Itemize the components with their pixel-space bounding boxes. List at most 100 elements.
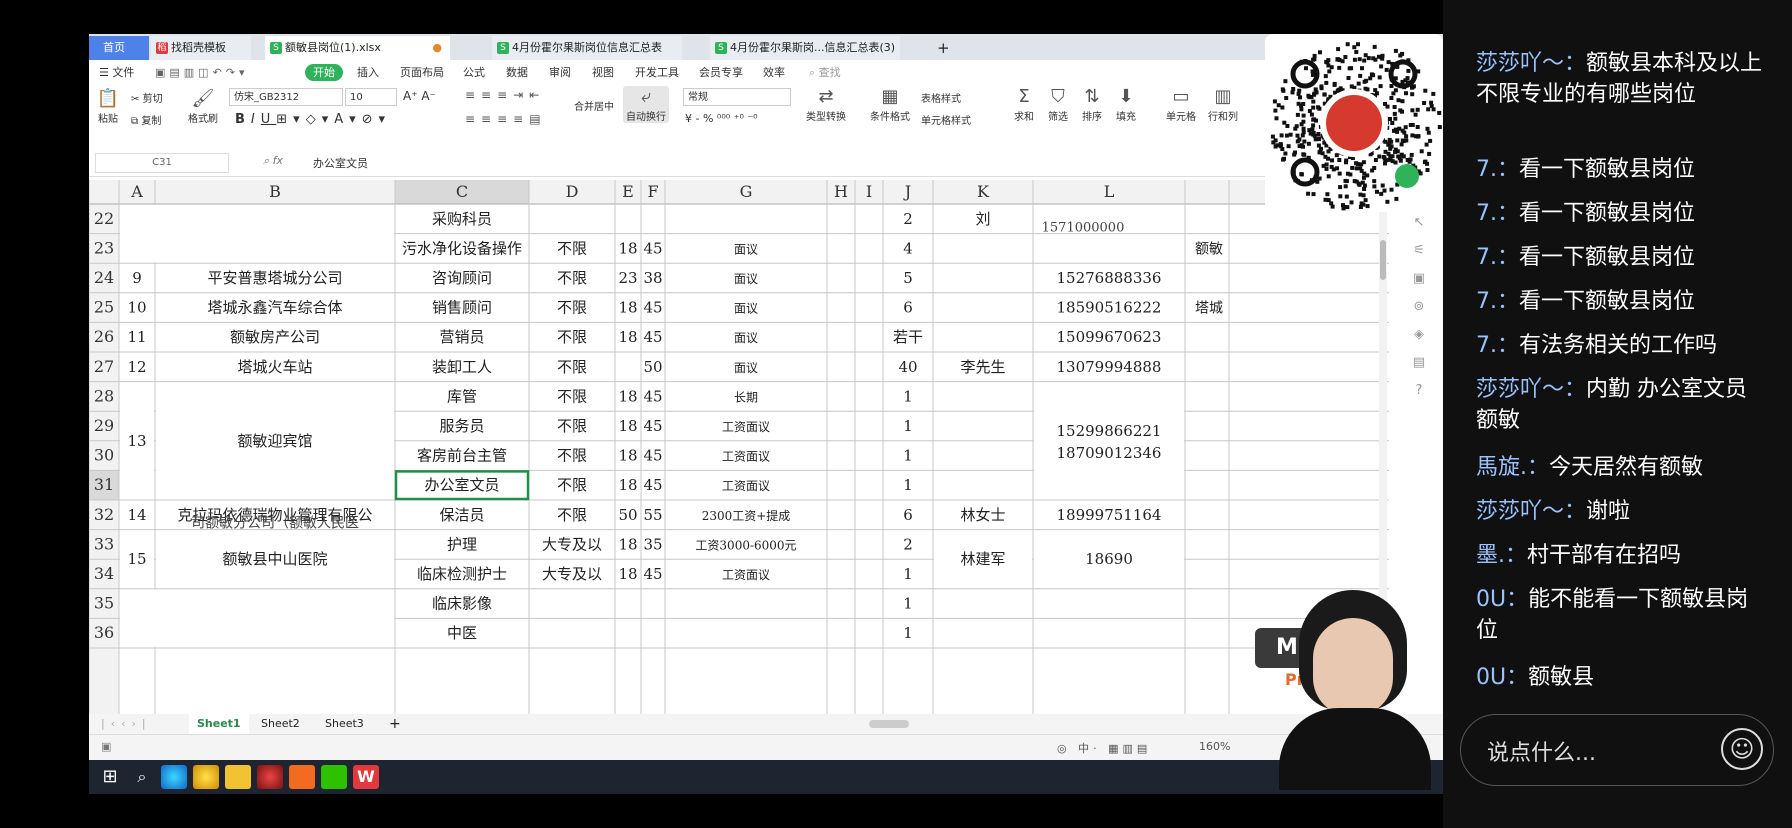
qr-dot	[1281, 157, 1286, 162]
tab-workbook-3[interactable]: S 4月份霍尔果斯岗...信息汇总表(3)	[710, 36, 900, 60]
tab-daoke-templates[interactable]: 稻 找稻壳模板	[151, 36, 251, 60]
qr-dot	[1427, 151, 1432, 156]
cell-e24: 23	[618, 269, 637, 287]
cell-f33: 35	[643, 535, 662, 553]
font-family-select[interactable]: 仿宋_GB2312	[229, 88, 343, 106]
menu-member[interactable]: 会员专享	[699, 65, 743, 81]
fill-button[interactable]: ⬇ 填充	[1111, 86, 1141, 123]
qr-dot	[1389, 84, 1394, 88]
qr-dot	[1385, 104, 1390, 109]
cell-g32: 2300工资+提成	[702, 508, 791, 523]
macro-icon[interactable]: ▣	[101, 740, 111, 753]
cell-style-button[interactable]: 单元格样式	[921, 112, 971, 127]
menu-data[interactable]: 数据	[506, 65, 528, 81]
menu-file[interactable]: ☰ 文件	[99, 65, 134, 81]
menu-efficiency[interactable]: 效率	[763, 65, 785, 81]
row-column-button[interactable]: ▥ 行和列	[1203, 86, 1243, 123]
search-icon[interactable]: ⌕	[129, 765, 155, 789]
paste-button[interactable]: 📋 粘贴	[95, 88, 121, 125]
spreadsheet-grid[interactable]: A B C D E F G H I J K L 22 采购科员 2 刘 23 污水净化设备操作 不限 18 45 面议 4 2…	[88, 180, 1389, 752]
qr-dot	[1283, 151, 1288, 156]
view-mode-buttons[interactable]: ◎ 中· ▦▥▤	[1057, 740, 1151, 756]
cell-e31: 18	[618, 476, 637, 494]
cell-icon: ▭	[1172, 86, 1190, 107]
menu-insert[interactable]: 插入	[357, 65, 379, 81]
tab-active-workbook[interactable]: S 额敏县岗位(1).xlsx ●	[265, 36, 450, 60]
chat-message: 莎莎吖～：额敏县本科及以上 不限专业的有哪些岗位	[1476, 48, 1766, 110]
sheet-tab-1[interactable]: Sheet1	[189, 714, 249, 736]
font-grow-shrink-buttons[interactable]: A⁺ A⁻	[403, 89, 436, 103]
cell-f30: 45	[643, 447, 662, 465]
number-format-select[interactable]: 常规	[683, 88, 791, 106]
qr-dot	[1396, 98, 1401, 103]
menu-page-layout[interactable]: 页面布局	[400, 65, 444, 81]
fx-icon[interactable]: ⌕ fx	[263, 154, 283, 168]
qr-finder	[1290, 157, 1320, 187]
filter-button[interactable]: ⛉ 筛选	[1043, 86, 1073, 123]
wechat-icon[interactable]	[321, 765, 347, 789]
sum-button[interactable]: Σ 求和	[1009, 86, 1039, 123]
sheet-nav-arrows[interactable]: |‹‹›|	[101, 717, 152, 730]
qr-dot	[1384, 67, 1389, 72]
qr-dot	[1345, 42, 1350, 47]
new-tab-button[interactable]: +	[931, 36, 955, 60]
copy-button[interactable]: ⧉ 复制	[131, 112, 161, 127]
qr-dot	[1299, 107, 1304, 112]
sheet-tab-2[interactable]: Sheet2	[261, 714, 300, 734]
menu-developer[interactable]: 开发工具	[635, 65, 679, 81]
document-tab-bar: 首页 稻 找稻壳模板 S 额敏县岗位(1).xlsx ● S 4月份霍尔果斯岗位…	[89, 34, 1443, 60]
windows-start-icon[interactable]: ⊞	[97, 765, 123, 789]
formula-input[interactable]: 办公室文员	[313, 155, 368, 171]
wrap-text-button[interactable]: ⤶ 自动换行	[623, 86, 669, 123]
emoji-icon[interactable]: ☺	[1721, 728, 1763, 770]
chat-text: 看一下额敏县岗位	[1519, 201, 1696, 226]
zoom-level[interactable]: 160%	[1199, 740, 1230, 753]
qr-dot	[1344, 160, 1348, 165]
file-explorer-icon[interactable]	[225, 765, 251, 789]
tab-home[interactable]: 首页	[89, 36, 149, 60]
quick-access-icons[interactable]: ▣▤▥◫↶↷▾	[155, 65, 249, 81]
font-style-buttons[interactable]: BIU⊞▾◇▾A▾⊘▾	[235, 112, 391, 127]
qr-dot	[1370, 168, 1375, 173]
sort-button[interactable]: ⇅ 排序	[1077, 86, 1107, 123]
add-sheet-button[interactable]: +	[389, 714, 401, 734]
side-tools[interactable]: ↖ ⚟ ▣ ⊚ ◈ ▤?	[1407, 209, 1431, 405]
person-shirt	[1279, 708, 1431, 790]
row-header-33: 33	[94, 534, 114, 553]
wps-icon[interactable]: W	[353, 765, 379, 789]
search-icon: ⌕	[809, 66, 816, 79]
font-size-select[interactable]: 10	[345, 88, 397, 106]
menu-formula[interactable]: 公式	[463, 65, 485, 81]
cell-j28: 1	[903, 387, 913, 405]
tab-workbook-2[interactable]: S 4月份霍尔果斯岗位信息汇总表	[492, 36, 682, 60]
cell-j24: 5	[903, 269, 913, 287]
format-painter-button[interactable]: 🖌 格式刷	[185, 88, 221, 125]
cell-button[interactable]: ▭ 单元格	[1163, 86, 1199, 123]
type-convert-button[interactable]: ⇄ 类型转换	[799, 86, 853, 123]
align-top-buttons[interactable]: ≡≡≡⇥⇤	[465, 88, 545, 102]
merge-center-button[interactable]: 合并居中	[571, 98, 617, 113]
app-icon[interactable]	[193, 765, 219, 789]
name-box[interactable]: C31	[95, 153, 229, 173]
menu-view[interactable]: 视图	[592, 65, 614, 81]
search-box[interactable]: ⌕ 查找	[809, 65, 841, 81]
cut-button[interactable]: ✂ 剪切	[131, 90, 163, 105]
chat-input[interactable]: 说点什么... ☺	[1460, 714, 1774, 786]
sheet-tab-3[interactable]: Sheet3	[325, 714, 364, 734]
qr-dot	[1290, 90, 1295, 95]
align-buttons[interactable]: ≡≡≡≡▤	[465, 112, 547, 126]
table-style-button[interactable]: 表格样式	[921, 90, 961, 105]
edge-browser-icon[interactable]	[161, 765, 187, 789]
number-format-buttons[interactable]: ¥ - % ⁰⁰⁰ ⁺⁰ ⁻⁰	[685, 112, 758, 125]
qr-dot	[1343, 55, 1348, 59]
media-icon[interactable]	[257, 765, 283, 789]
conditional-format-button[interactable]: ▦ 条件格式	[865, 86, 915, 123]
menu-review[interactable]: 审阅	[549, 65, 571, 81]
qr-dot	[1428, 138, 1433, 143]
app-icon-2[interactable]	[289, 765, 315, 789]
horizontal-scrollbar[interactable]	[869, 720, 909, 728]
cell-e32: 50	[618, 506, 637, 524]
qr-dot	[1361, 202, 1366, 207]
qr-dot	[1337, 171, 1342, 176]
menu-start[interactable]: 开始	[305, 64, 343, 81]
